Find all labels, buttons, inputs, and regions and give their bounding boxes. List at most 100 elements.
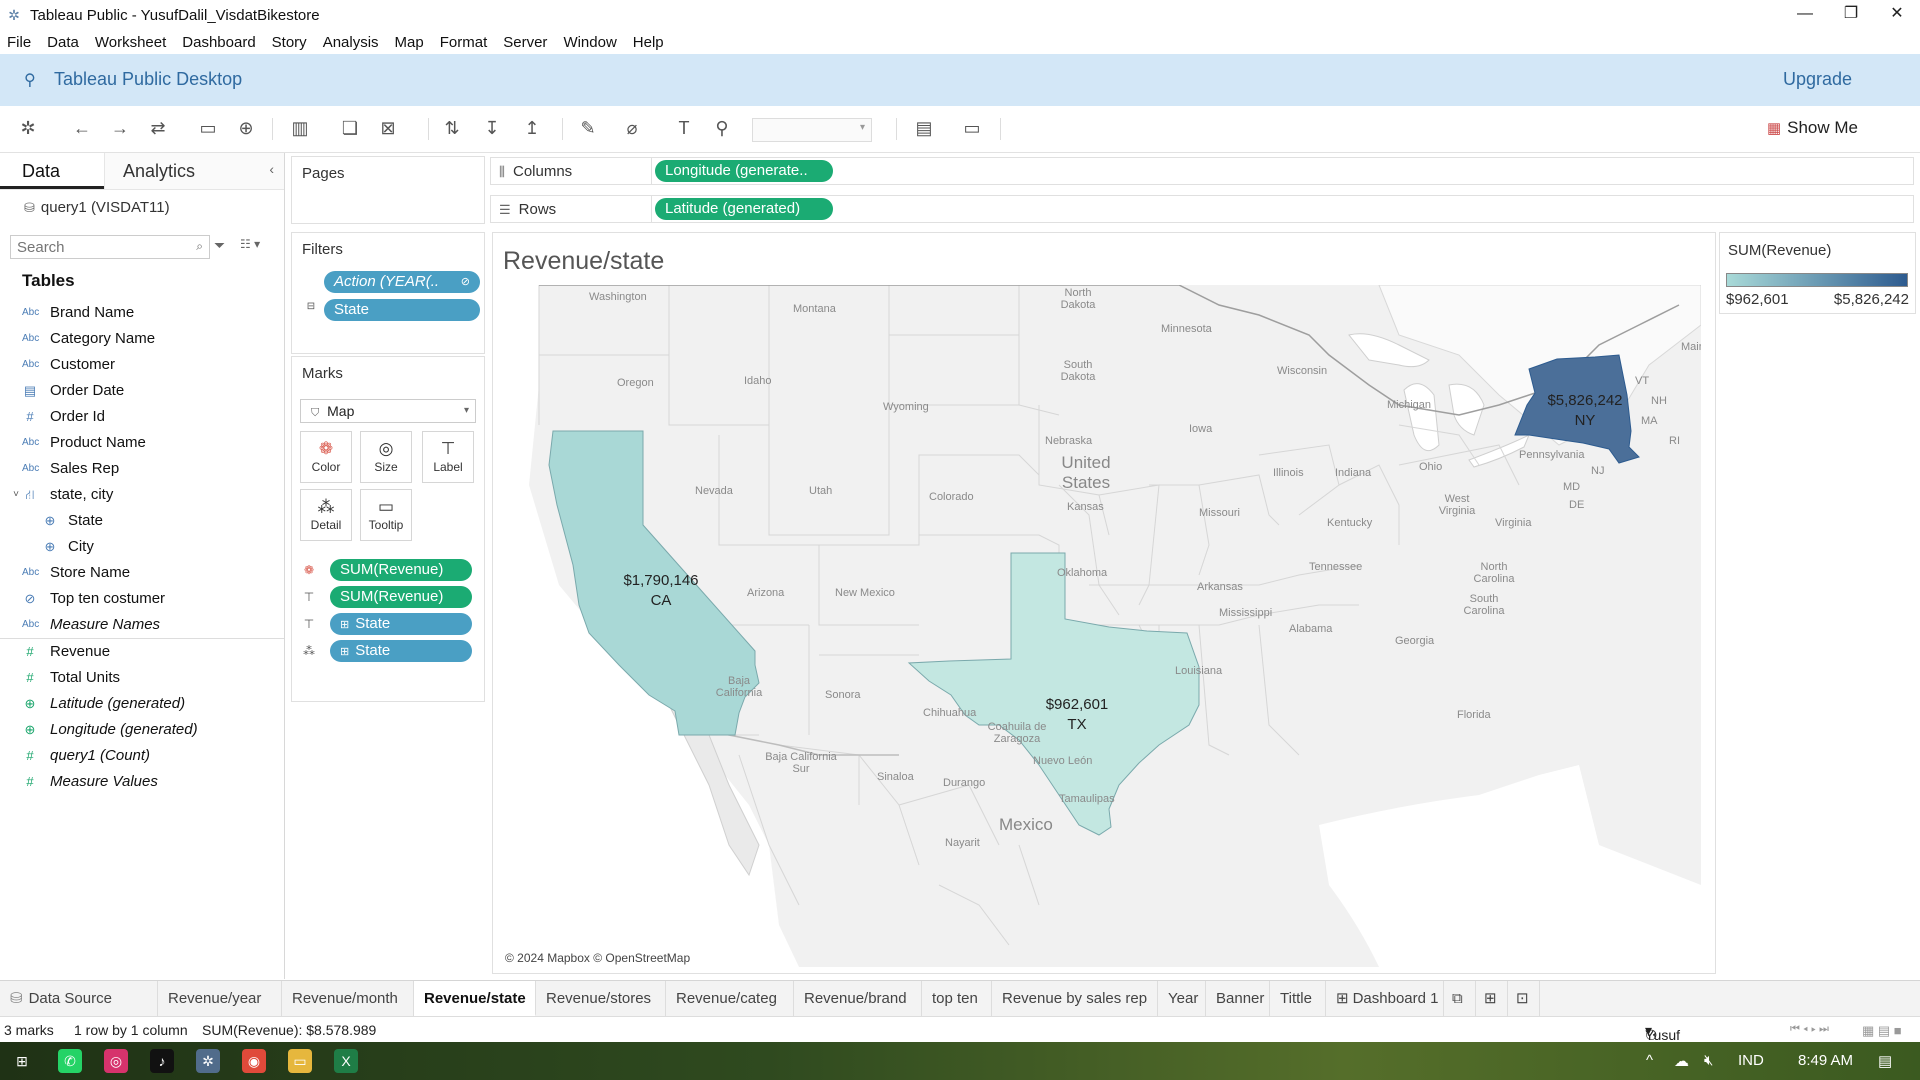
search-input[interactable]	[11, 236, 193, 258]
tableau-home-icon[interactable]: ✲	[16, 116, 40, 140]
clear-sheet-icon[interactable]: ⊠	[376, 116, 400, 140]
close-icon[interactable]: ✕	[1874, 0, 1920, 30]
tab-dashboard-1[interactable]: ⊞ Dashboard 1	[1326, 981, 1444, 1017]
filter-pill-action[interactable]: Action (YEAR(.. ⊘	[324, 271, 480, 293]
menu-story[interactable]: Story	[264, 34, 315, 51]
group-icon[interactable]: ⌀	[620, 116, 644, 140]
field-item[interactable]: ˅ ⛙ state, city	[0, 482, 284, 508]
restore-icon[interactable]: ❐	[1828, 0, 1874, 30]
field-item[interactable]: Abc Category Name	[0, 326, 284, 352]
menu-window[interactable]: Window	[555, 34, 624, 51]
tab-top-ten[interactable]: top ten	[922, 981, 992, 1017]
rows-pill[interactable]: Latitude (generated)	[655, 198, 833, 220]
map-attribution[interactable]: © 2024 Mapbox © OpenStreetMap	[505, 951, 690, 965]
state-shape-tx[interactable]	[907, 552, 1200, 836]
menu-format[interactable]: Format	[432, 34, 496, 51]
view-options-icon[interactable]: ☷ ▾	[240, 237, 260, 251]
marks-pill-color[interactable]: SUM(Revenue)	[330, 559, 472, 581]
menu-file[interactable]: File	[0, 34, 39, 51]
menu-data[interactable]: Data	[39, 34, 87, 51]
color-button[interactable]: ❁ Color	[300, 431, 352, 483]
field-item[interactable]: ⊕ City	[0, 534, 284, 560]
field-item[interactable]: ⊕ Longitude (generated)	[0, 717, 284, 743]
map-canvas[interactable]: Washington Montana North Dakota Minnesot…	[499, 285, 1701, 967]
tab-banner[interactable]: Banner	[1206, 981, 1270, 1017]
new-worksheet-icon[interactable]: ⧉	[1444, 981, 1476, 1017]
tab-tittle[interactable]: Tittle	[1270, 981, 1326, 1017]
fix-axes-icon[interactable]: ⚲	[710, 116, 734, 140]
tooltip-button[interactable]: ▭ Tooltip	[360, 489, 412, 541]
mark-type-dropdown[interactable]: ⛉ Map ▾	[300, 399, 476, 423]
tab-revenue-year[interactable]: Revenue/year	[158, 981, 282, 1017]
field-item[interactable]: Abc Brand Name	[0, 300, 284, 326]
show-cards-icon[interactable]: ▤	[912, 116, 936, 140]
tab-year[interactable]: Year	[1158, 981, 1206, 1017]
language-indicator[interactable]: IND	[1738, 1052, 1764, 1069]
field-item[interactable]: Abc Product Name	[0, 430, 284, 456]
windows-start-icon[interactable]: ⊞	[10, 1049, 34, 1073]
field-item[interactable]: # Order Id	[0, 404, 284, 430]
tab-revenue-stores[interactable]: Revenue/stores	[536, 981, 666, 1017]
sort-descending-icon[interactable]: ↥	[520, 116, 544, 140]
chevron-up-icon[interactable]: ^	[1646, 1052, 1653, 1069]
user-menu[interactable]: ⚇Yusuf Dalil Falihin ▾	[1645, 1022, 1686, 1075]
upgrade-link[interactable]: Upgrade	[1783, 69, 1852, 90]
menu-worksheet[interactable]: Worksheet	[87, 34, 174, 51]
color-legend[interactable]: SUM(Revenue) $962,601 $5,826,242	[1719, 232, 1916, 314]
filter-icon[interactable]: ⏷	[214, 237, 225, 254]
field-item[interactable]: # Measure Values	[0, 769, 284, 795]
replace-data-icon[interactable]: ⇄	[146, 116, 170, 140]
new-story-icon[interactable]: ⊡	[1508, 981, 1540, 1017]
highlight-icon[interactable]: ✎	[576, 116, 600, 140]
field-item[interactable]: ▤ Order Date	[0, 378, 284, 404]
columns-shelf[interactable]: ⫼ Columns Longitude (generate..	[490, 157, 1914, 185]
save-icon[interactable]: ▭	[196, 116, 220, 140]
new-worksheet-icon[interactable]: ▥	[288, 116, 312, 140]
whatsapp-icon[interactable]: ✆	[58, 1049, 82, 1073]
tab-revenue-month[interactable]: Revenue/month	[282, 981, 414, 1017]
field-item[interactable]: ⊘ Top ten costumer	[0, 586, 284, 612]
fit-dropdown[interactable]	[752, 118, 872, 142]
tab-data[interactable]: Data	[0, 153, 104, 189]
tab-revenue-state[interactable]: Revenue/state	[414, 981, 536, 1017]
duplicate-sheet-icon[interactable]: ❏	[338, 116, 362, 140]
tab-revenue-brand[interactable]: Revenue/brand	[794, 981, 922, 1017]
presentation-mode-icon[interactable]: ▭	[960, 116, 984, 140]
rows-shelf[interactable]: ☰ Rows Latitude (generated)	[490, 195, 1914, 223]
instagram-icon[interactable]: ◎	[104, 1049, 128, 1073]
menu-help[interactable]: Help	[625, 34, 672, 51]
tableau-taskbar-icon[interactable]: ✲	[196, 1049, 220, 1073]
field-item[interactable]: # query1 (Count)	[0, 743, 284, 769]
excel-icon[interactable]: X	[334, 1049, 358, 1073]
minimize-icon[interactable]: —	[1782, 0, 1828, 30]
volume-muted-icon[interactable]: 🔇︎	[1704, 1052, 1713, 1069]
show-me-button[interactable]: ▦ Show Me	[1767, 118, 1858, 138]
swap-icon[interactable]: ⇅	[440, 116, 464, 140]
file-explorer-icon[interactable]: ▭	[288, 1049, 312, 1073]
filter-pill-state[interactable]: State	[324, 299, 480, 321]
size-button[interactable]: ◎ Size	[360, 431, 412, 483]
sheet-navigation-icon[interactable]: ⏮ ◂ ▸ ⏭	[1790, 1023, 1829, 1036]
tab-analytics[interactable]: Analytics	[104, 153, 284, 189]
menu-server[interactable]: Server	[495, 34, 555, 51]
field-item[interactable]: Abc Store Name	[0, 560, 284, 586]
sort-ascending-icon[interactable]: ↧	[480, 116, 504, 140]
menu-map[interactable]: Map	[387, 34, 432, 51]
new-dashboard-icon[interactable]: ⊞	[1476, 981, 1508, 1017]
menu-analysis[interactable]: Analysis	[315, 34, 387, 51]
field-item[interactable]: # Revenue	[0, 639, 284, 665]
field-item[interactable]: Abc Sales Rep	[0, 456, 284, 482]
marks-pill-state-detail[interactable]: ⊞ State	[330, 640, 472, 662]
columns-pill[interactable]: Longitude (generate..	[655, 160, 833, 182]
tab-revenue-categ[interactable]: Revenue/categ	[666, 981, 794, 1017]
tab-revenue-by-sales-rep[interactable]: Revenue by sales rep	[992, 981, 1158, 1017]
pages-card[interactable]: Pages	[291, 156, 485, 224]
redo-icon[interactable]: →	[108, 116, 132, 140]
field-item[interactable]: ⊕ Latitude (generated)	[0, 691, 284, 717]
field-item[interactable]: # Total Units	[0, 665, 284, 691]
clock[interactable]: 8:49 AM	[1798, 1052, 1853, 1069]
new-datasource-icon[interactable]: ⊕	[234, 116, 258, 140]
field-item[interactable]: Abc Measure Names	[0, 612, 284, 638]
field-item[interactable]: ⊕ State	[0, 508, 284, 534]
marks-pill-label[interactable]: SUM(Revenue)	[330, 586, 472, 608]
